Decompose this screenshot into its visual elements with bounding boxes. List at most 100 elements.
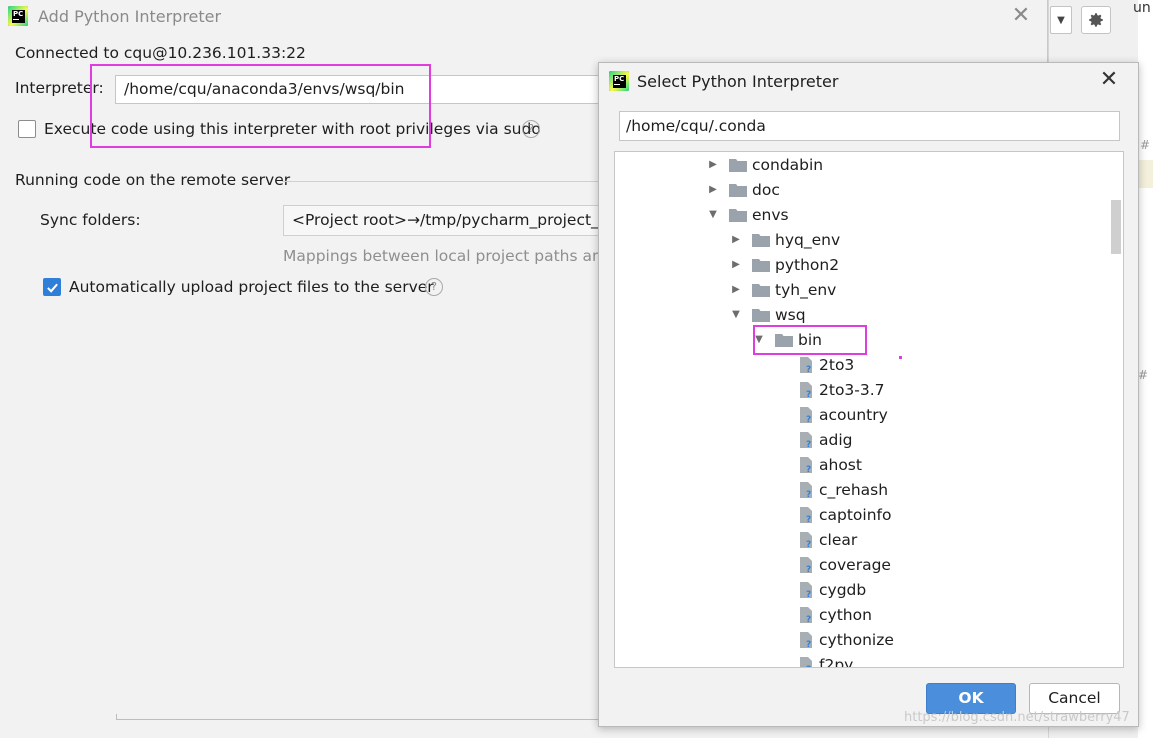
unknown-file-icon: ? bbox=[800, 606, 812, 624]
folder-icon bbox=[729, 158, 747, 172]
tree-file-item[interactable]: ? clear bbox=[799, 527, 857, 552]
tree-folder-item[interactable]: ▶ python2 bbox=[730, 252, 839, 277]
unknown-file-icon: ? bbox=[800, 581, 812, 599]
svg-text:?: ? bbox=[806, 515, 811, 524]
tree-folder-item[interactable]: ▶ condabin bbox=[707, 152, 823, 177]
tree-folder-item[interactable]: ▶ hyq_env bbox=[730, 227, 840, 252]
unknown-file-icon: ? bbox=[800, 431, 812, 449]
tree-item-label: hyq_env bbox=[775, 230, 841, 249]
connection-status: Connected to cqu@10.236.101.33:22 bbox=[15, 44, 306, 62]
svg-text:?: ? bbox=[806, 365, 811, 374]
dialog-title: Select Python Interpreter bbox=[637, 72, 839, 91]
tree-item-label: doc bbox=[752, 180, 780, 199]
unknown-file-icon: ? bbox=[800, 556, 812, 574]
folder-icon bbox=[729, 208, 747, 222]
tree-file-item[interactable]: ? ahost bbox=[799, 452, 862, 477]
tree-item-label: wsq bbox=[775, 305, 806, 324]
tree-item-label: captoinfo bbox=[819, 505, 892, 524]
pycharm-icon: PC bbox=[609, 71, 629, 91]
section-divider bbox=[282, 181, 602, 182]
tree-item-label: tyh_env bbox=[775, 280, 837, 299]
tree-file-item[interactable]: ? coverage bbox=[799, 552, 891, 577]
tree-file-item[interactable]: ? cython bbox=[799, 602, 872, 627]
close-icon[interactable]: ✕ bbox=[1097, 67, 1121, 93]
sync-folders-label: Sync folders: bbox=[40, 211, 141, 229]
annotation-mark bbox=[899, 356, 902, 359]
path-input[interactable]: /home/cqu/.conda bbox=[619, 111, 1120, 141]
tree-item-label: clear bbox=[819, 530, 858, 549]
background-highlight bbox=[1139, 160, 1153, 188]
tree-item-label: adig bbox=[819, 430, 853, 449]
tree-file-item[interactable]: ? f2py bbox=[799, 652, 854, 669]
chevron-down-icon[interactable]: ▼ bbox=[1050, 6, 1072, 34]
tree-item-label: 2to3 bbox=[819, 355, 855, 374]
expand-arrow-right-icon[interactable]: ▶ bbox=[707, 159, 719, 170]
watermark: https://blog.csdn.net/strawberry47 bbox=[904, 710, 1130, 725]
upload-checkbox[interactable] bbox=[43, 278, 61, 296]
unknown-file-icon: ? bbox=[800, 656, 812, 669]
svg-text:?: ? bbox=[806, 590, 811, 599]
svg-text:?: ? bbox=[806, 465, 811, 474]
help-icon[interactable]: ? bbox=[425, 278, 443, 296]
tree-item-label: c_rehash bbox=[819, 480, 889, 499]
tree-file-item[interactable]: ? acountry bbox=[799, 402, 888, 427]
unknown-file-icon: ? bbox=[800, 631, 812, 649]
tree-file-item[interactable]: ? cygdb bbox=[799, 577, 866, 602]
background-edge-text: un bbox=[1133, 0, 1151, 16]
help-icon[interactable]: ? bbox=[522, 120, 540, 138]
tree-file-item[interactable]: ? 2to3-3.7 bbox=[799, 377, 885, 402]
pycharm-icon: PC bbox=[8, 6, 28, 26]
tree-item-label: cythonize bbox=[819, 630, 894, 649]
tree-file-item[interactable]: ? 2to3 bbox=[799, 352, 854, 377]
background-fragment: # bbox=[1140, 138, 1151, 152]
tree-folder-item[interactable]: ▼ wsq bbox=[730, 302, 806, 327]
tree-folder-item[interactable]: ▼ envs bbox=[707, 202, 789, 227]
tree-file-item[interactable]: ? adig bbox=[799, 427, 852, 452]
expand-arrow-down-icon[interactable]: ▼ bbox=[707, 209, 719, 220]
svg-text:?: ? bbox=[806, 665, 811, 669]
expand-arrow-down-icon[interactable]: ▼ bbox=[730, 309, 742, 320]
upload-checkbox-label: Automatically upload project files to th… bbox=[69, 278, 434, 296]
sudo-checkbox[interactable] bbox=[18, 120, 36, 138]
folder-icon bbox=[752, 308, 770, 322]
svg-text:?: ? bbox=[806, 615, 811, 624]
folder-icon bbox=[752, 233, 770, 247]
expand-arrow-right-icon[interactable]: ▶ bbox=[707, 184, 719, 195]
expand-arrow-right-icon[interactable]: ▶ bbox=[730, 259, 742, 270]
tree-item-label: cython bbox=[819, 605, 872, 624]
select-interpreter-dialog: PC Select Python Interpreter ✕ /home/cqu… bbox=[598, 62, 1139, 727]
folder-icon bbox=[729, 183, 747, 197]
dialog-edge bbox=[116, 714, 600, 720]
tree-file-item[interactable]: ? captoinfo bbox=[799, 502, 892, 527]
tree-folder-item[interactable]: ▶ tyh_env bbox=[730, 277, 836, 302]
svg-text:?: ? bbox=[806, 415, 811, 424]
tree-item-label: acountry bbox=[819, 405, 888, 424]
section-title: Running code on the remote server bbox=[15, 171, 291, 189]
expand-arrow-right-icon[interactable]: ▶ bbox=[730, 234, 742, 245]
dialog-title: Add Python Interpreter bbox=[38, 7, 222, 26]
unknown-file-icon: ? bbox=[800, 381, 812, 399]
svg-text:?: ? bbox=[806, 490, 811, 499]
scrollbar[interactable] bbox=[1111, 200, 1121, 254]
tree-folder-item[interactable]: ▶ doc bbox=[707, 177, 780, 202]
tree-file-item[interactable]: ? cythonize bbox=[799, 627, 894, 652]
folder-icon bbox=[752, 258, 770, 272]
unknown-file-icon: ? bbox=[800, 406, 812, 424]
file-tree[interactable]: ▶ condabin ▶ doc ▼ envs ▶ hyq_env ▶ python2 ▶ tyh_e… bbox=[614, 151, 1124, 668]
unknown-file-icon: ? bbox=[800, 531, 812, 549]
close-icon[interactable]: ✕ bbox=[1009, 4, 1033, 28]
tree-item-label: f2py bbox=[819, 655, 854, 668]
gear-icon[interactable] bbox=[1081, 6, 1111, 34]
tree-item-label: cygdb bbox=[819, 580, 867, 599]
tree-item-label: envs bbox=[752, 205, 789, 224]
background-fragment: # bbox=[1138, 368, 1149, 382]
expand-arrow-right-icon[interactable]: ▶ bbox=[730, 284, 742, 295]
tree-file-item[interactable]: ? c_rehash bbox=[799, 477, 888, 502]
tree-item-label: python2 bbox=[775, 255, 840, 274]
svg-text:?: ? bbox=[806, 390, 811, 399]
unknown-file-icon: ? bbox=[800, 356, 812, 374]
svg-text:?: ? bbox=[806, 540, 811, 549]
unknown-file-icon: ? bbox=[800, 456, 812, 474]
sync-folders-field[interactable]: <Project root>→/tmp/pycharm_project_77 bbox=[283, 205, 603, 236]
annotation-box bbox=[753, 325, 867, 355]
